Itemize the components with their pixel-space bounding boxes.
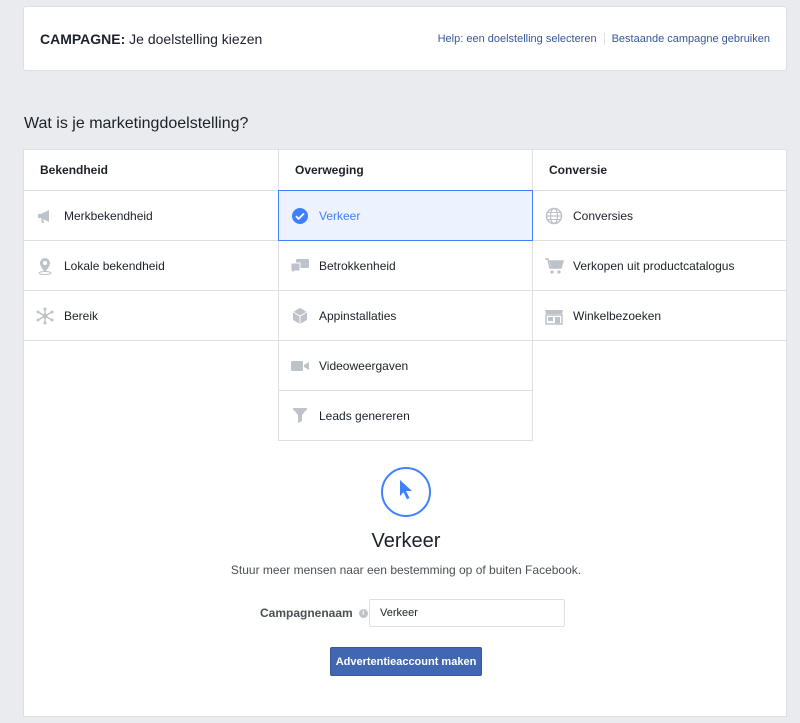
- video-camera-icon: [290, 356, 310, 376]
- column-heading: Overweging: [279, 150, 532, 191]
- option-label: Verkopen uit productcatalogus: [573, 258, 735, 273]
- globe-icon: [544, 206, 564, 226]
- option-label: Lokale bekendheid: [64, 258, 165, 273]
- option-label: Verkeer: [319, 208, 361, 223]
- option-reach[interactable]: Bereik: [24, 291, 278, 341]
- chat-bubbles-icon: [290, 256, 310, 276]
- option-label: Merkbekendheid: [64, 208, 153, 223]
- option-label: Betrokkenheid: [319, 258, 396, 273]
- option-label: Winkelbezoeken: [573, 308, 662, 323]
- check-circle-icon: [290, 206, 310, 226]
- column-consideration: Overweging Verkeer Betrokkenheid Appinst…: [278, 150, 533, 441]
- store-icon: [544, 306, 564, 326]
- option-catalog-sales[interactable]: Verkopen uit productcatalogus: [533, 241, 787, 291]
- objective-card: Bekendheid Merkbekendheid Lokale bekendh…: [23, 149, 787, 717]
- option-label: Leads genereren: [319, 408, 410, 423]
- column-conversion: Conversie Conversies Verkopen uit produc…: [533, 150, 787, 341]
- option-brand-awareness[interactable]: Merkbekendheid: [24, 191, 278, 241]
- link-divider: [603, 33, 605, 45]
- column-heading: Bekendheid: [24, 150, 278, 191]
- objective-title: Verkeer: [371, 530, 441, 552]
- column-awareness: Bekendheid Merkbekendheid Lokale bekendh…: [24, 150, 278, 341]
- info-icon[interactable]: i: [358, 608, 368, 618]
- option-label: Videoweergaven: [319, 358, 409, 373]
- page-title: CAMPAGNE: Je doelstelling kiezen: [40, 31, 263, 47]
- option-label: Conversies: [573, 208, 634, 223]
- option-engagement[interactable]: Betrokkenheid: [279, 241, 532, 291]
- cursor-icon: [397, 478, 415, 507]
- option-label: Appinstallaties: [319, 308, 397, 323]
- reach-icon: [35, 306, 55, 326]
- option-store-visits[interactable]: Winkelbezoeken: [533, 291, 787, 341]
- help-link[interactable]: Help: een doelstelling selecteren: [438, 33, 597, 45]
- megaphone-icon: [35, 206, 55, 226]
- column-heading: Conversie: [533, 150, 787, 191]
- campaign-name-input[interactable]: [369, 599, 565, 627]
- option-local-awareness[interactable]: Lokale bekendheid: [24, 241, 278, 291]
- campaign-name-label: Campagnenaam i: [260, 606, 368, 620]
- map-pin-icon: [35, 256, 55, 276]
- option-video-views[interactable]: Videoweergaven: [279, 341, 532, 391]
- option-traffic[interactable]: Verkeer: [278, 190, 533, 241]
- option-conversions[interactable]: Conversies: [533, 191, 787, 241]
- objective-description: Stuur meer mensen naar een bestemming op…: [230, 563, 582, 577]
- option-lead-generation[interactable]: Leads genereren: [279, 391, 532, 441]
- funnel-icon: [290, 406, 310, 426]
- option-app-installs[interactable]: Appinstallaties: [279, 291, 532, 341]
- shopping-cart-icon: [544, 256, 564, 276]
- create-ad-account-button[interactable]: Advertentieaccount maken: [330, 647, 482, 676]
- box-icon: [290, 306, 310, 326]
- existing-campaign-link[interactable]: Bestaande campagne gebruiken: [612, 33, 770, 45]
- objective-illustration: [381, 467, 431, 517]
- header-card: CAMPAGNE: Je doelstelling kiezen Help: e…: [23, 6, 787, 71]
- objective-question: Wat is je marketingdoelstelling?: [24, 115, 249, 132]
- header-links: Help: een doelstelling selecteren Bestaa…: [438, 33, 770, 45]
- option-label: Bereik: [64, 308, 99, 323]
